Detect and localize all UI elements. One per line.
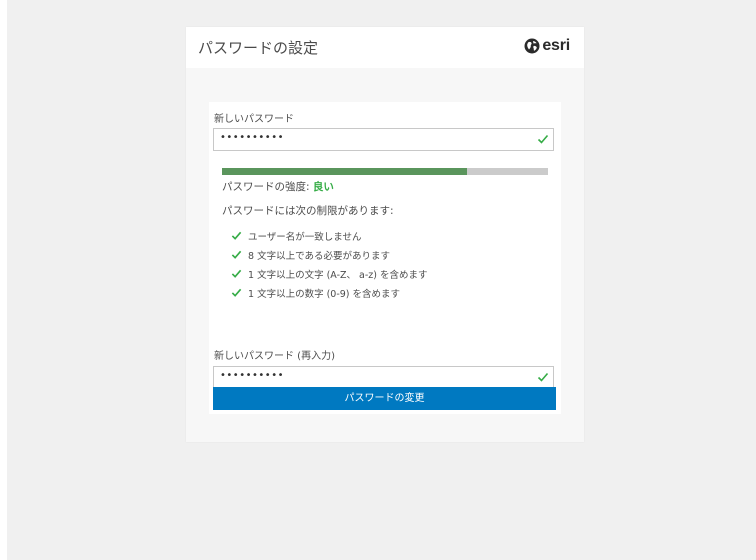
checkmark-icon <box>231 231 242 240</box>
checkmark-icon <box>231 269 242 278</box>
checkmark-icon <box>231 250 242 259</box>
rule-item: 1 文字以上の数字 (0-9) を含めます <box>231 283 428 302</box>
strength-meter <box>222 168 548 175</box>
rule-text: 1 文字以上の文字 (A-Z、 a-z) を含めます <box>248 269 428 281</box>
rule-item: ユーザー名が一致しません <box>231 226 428 245</box>
strength-label: パスワードの強度: <box>222 181 313 193</box>
rule-text: 1 文字以上の数字 (0-9) を含めます <box>248 288 401 300</box>
checkmark-icon <box>231 288 242 297</box>
checkmark-icon <box>537 134 549 144</box>
strength-value: 良い <box>312 181 334 193</box>
page-title: パスワードの設定 <box>198 39 319 57</box>
strength-text: パスワードの強度: 良い <box>222 179 334 194</box>
rule-item: 1 文字以上の文字 (A-Z、 a-z) を含めます <box>231 264 428 283</box>
rule-text: ユーザー名が一致しません <box>248 231 362 243</box>
new-password-input[interactable]: •••••••••• <box>213 128 554 151</box>
esri-logo: esri <box>524 38 570 54</box>
rule-item: 8 文字以上である必要があります <box>231 245 428 264</box>
confirm-password-value: •••••••••• <box>220 370 284 381</box>
confirm-password-label: 新しいパスワード (再入力) <box>214 351 335 362</box>
new-password-value: •••••••••• <box>220 132 284 143</box>
password-card: パスワードの設定 esri 新しいパスワード •••••••••• パスワードの… <box>186 27 584 442</box>
brand-name: esri <box>542 37 570 54</box>
password-form: 新しいパスワード •••••••••• パスワードの強度: 良い パスワードには… <box>209 102 561 414</box>
rules-title: パスワードには次の制限があります: <box>222 205 394 217</box>
strength-meter-fill <box>222 168 467 175</box>
rule-list: ユーザー名が一致しません 8 文字以上である必要があります 1 文字以上の文字 … <box>231 226 428 302</box>
confirm-password-input[interactable]: •••••••••• <box>213 366 554 389</box>
rule-text: 8 文字以上である必要があります <box>248 250 390 262</box>
checkmark-icon <box>537 372 549 382</box>
change-password-button[interactable]: パスワードの変更 <box>213 387 556 410</box>
new-password-label: 新しいパスワード <box>214 114 294 125</box>
globe-icon <box>524 38 540 54</box>
card-header: パスワードの設定 esri <box>186 27 584 68</box>
